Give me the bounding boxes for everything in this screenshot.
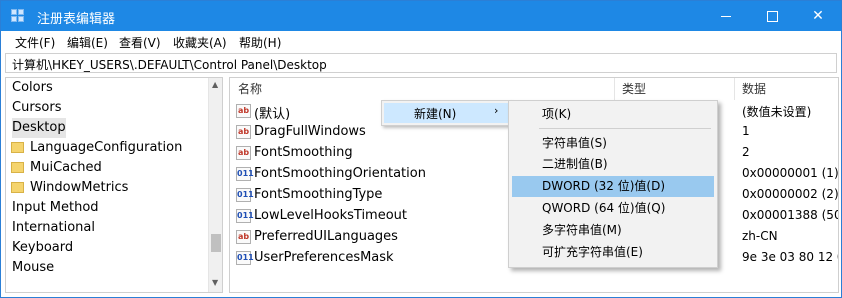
binary-value-icon: 011 — [236, 251, 254, 265]
column-divider[interactable] — [734, 78, 735, 100]
maximize-button[interactable] — [749, 1, 795, 31]
submenu-item-key[interactable]: 项(K) — [512, 104, 714, 125]
value-name: PreferredUILanguages — [254, 229, 398, 244]
tree-item-label: Mouse — [12, 260, 55, 275]
folder-icon — [11, 142, 24, 153]
menu-file[interactable]: 文件(F) — [15, 34, 55, 51]
tree-item-label: MuiCached — [30, 160, 102, 175]
submenu-item-label: 二进制值(B) — [542, 157, 608, 171]
folder-icon — [11, 162, 24, 173]
value-data: 0x00001388 (500 — [742, 208, 839, 222]
tree-item-keyboard[interactable]: Keyboard — [12, 238, 73, 258]
title-bar[interactable]: 注册表编辑器 ✕ — [1, 1, 841, 31]
scroll-down-icon[interactable]: ▼ — [212, 278, 218, 287]
tree-item-input-method[interactable]: Input Method — [12, 198, 99, 218]
value-name: FontSmoothing — [254, 145, 353, 160]
address-bar[interactable]: 计算机\HKEY_USERS\.DEFAULT\Control Panel\De… — [5, 53, 837, 73]
chevron-right-icon: › — [494, 104, 499, 117]
value-name: UserPreferencesMask — [254, 250, 394, 265]
column-header-name[interactable]: 名称 — [238, 78, 262, 100]
column-header-type[interactable]: 类型 — [622, 78, 646, 100]
column-header-data[interactable]: 数据 — [742, 78, 766, 100]
submenu-item-label: 可扩充字符串值(E) — [542, 245, 643, 259]
minimize-icon — [721, 15, 731, 17]
string-value-icon: ab — [236, 104, 251, 118]
value-data: (数值未设置) — [742, 105, 812, 119]
tree-item-international[interactable]: International — [12, 218, 95, 238]
key-tree: Colors Cursors Desktop LanguageConfigura… — [5, 77, 223, 293]
regedit-window: 注册表编辑器 ✕ 文件(F) 编辑(E) 查看(V) 收藏夹(A) 帮助(H) … — [0, 0, 842, 298]
tree-item-label: International — [12, 220, 95, 235]
string-value-icon: ab — [236, 125, 251, 139]
value-data: zh-CN — [742, 229, 778, 243]
submenu-item-multi-string[interactable]: 多字符串值(M) — [512, 220, 714, 241]
folder-icon — [11, 182, 24, 193]
column-divider[interactable] — [614, 78, 615, 100]
tree-item-label: Desktop — [12, 120, 66, 135]
menu-edit[interactable]: 编辑(E) — [67, 34, 108, 51]
address-path: 计算机\HKEY_USERS\.DEFAULT\Control Panel\De… — [12, 58, 327, 72]
context-menu-new[interactable]: 新建(N) › — [384, 103, 508, 123]
value-name: LowLevelHooksTimeout — [254, 208, 408, 223]
submenu-item-label: 字符串值(S) — [542, 136, 607, 150]
tree-item-desktop[interactable]: Desktop — [12, 118, 66, 138]
value-name: DragFullWindows — [254, 124, 366, 139]
tree-item-mouse[interactable]: Mouse — [12, 258, 54, 278]
menu-bar: 文件(F) 编辑(E) 查看(V) 收藏夹(A) 帮助(H) — [1, 31, 841, 51]
tree-item-label: Keyboard — [12, 240, 74, 255]
tree-item-languageconfiguration[interactable]: LanguageConfiguration — [11, 138, 183, 158]
regedit-app-icon — [11, 9, 25, 23]
binary-value-icon: 011 — [236, 167, 254, 181]
menu-separator — [539, 128, 711, 129]
menu-favorites[interactable]: 收藏夹(A) — [173, 34, 227, 51]
binary-value-icon: 011 — [236, 188, 254, 202]
menu-view[interactable]: 查看(V) — [119, 34, 161, 51]
value-name: (默认) — [254, 107, 291, 122]
string-value-icon: ab — [236, 230, 251, 244]
tree-item-windowmetrics[interactable]: WindowMetrics — [11, 178, 129, 198]
close-icon: ✕ — [812, 8, 824, 24]
submenu-item-string[interactable]: 字符串值(S) — [512, 133, 714, 154]
submenu-item-qword[interactable]: QWORD (64 位)值(Q) — [512, 198, 714, 219]
context-menu-new-label: 新建(N) — [414, 107, 457, 121]
context-menu: 新建(N) › — [381, 100, 511, 126]
submenu-item-binary[interactable]: 二进制值(B) — [512, 154, 714, 175]
tree-item-label: LanguageConfiguration — [30, 140, 183, 155]
submenu-item-label: 项(K) — [542, 107, 572, 121]
value-data: 9e 3e 03 80 12 0 — [742, 250, 839, 264]
close-button[interactable]: ✕ — [795, 1, 841, 31]
value-data: 0x00000001 (1) — [742, 166, 839, 180]
submenu-item-label: QWORD (64 位)值(Q) — [542, 201, 666, 215]
value-data: 1 — [742, 124, 750, 138]
tree-item-label: Colors — [12, 80, 53, 95]
menu-help[interactable]: 帮助(H) — [239, 34, 281, 51]
tree-item-muicached[interactable]: MuiCached — [11, 158, 102, 178]
maximize-icon — [766, 10, 778, 22]
value-data: 2 — [742, 145, 750, 159]
tree-item-label: Input Method — [12, 200, 99, 215]
window-title: 注册表编辑器 — [37, 12, 116, 27]
tree-scrollbar[interactable]: ▲ ▼ — [208, 78, 222, 292]
scroll-up-icon[interactable]: ▲ — [212, 80, 218, 89]
submenu-item-label: DWORD (32 位)值(D) — [542, 179, 665, 193]
tree-item-label: WindowMetrics — [30, 180, 129, 195]
submenu-item-dword[interactable]: DWORD (32 位)值(D) — [512, 176, 714, 197]
binary-value-icon: 011 — [236, 209, 254, 223]
submenu-item-expandable-string[interactable]: 可扩充字符串值(E) — [512, 242, 714, 263]
tree-item-cursors[interactable]: Cursors — [12, 98, 62, 118]
tree-item-colors[interactable]: Colors — [12, 78, 53, 98]
value-name: FontSmoothingType — [254, 187, 383, 202]
new-submenu: 项(K) 字符串值(S) 二进制值(B) DWORD (32 位)值(D) QW… — [508, 100, 718, 268]
value-data: 0x00000002 (2) — [742, 187, 839, 201]
scrollbar-thumb[interactable] — [211, 234, 221, 252]
tree-item-label: Cursors — [12, 100, 62, 115]
string-value-icon: ab — [236, 146, 251, 160]
value-name: FontSmoothingOrientation — [254, 166, 426, 181]
submenu-item-label: 多字符串值(M) — [542, 223, 622, 237]
minimize-button[interactable] — [703, 1, 749, 31]
